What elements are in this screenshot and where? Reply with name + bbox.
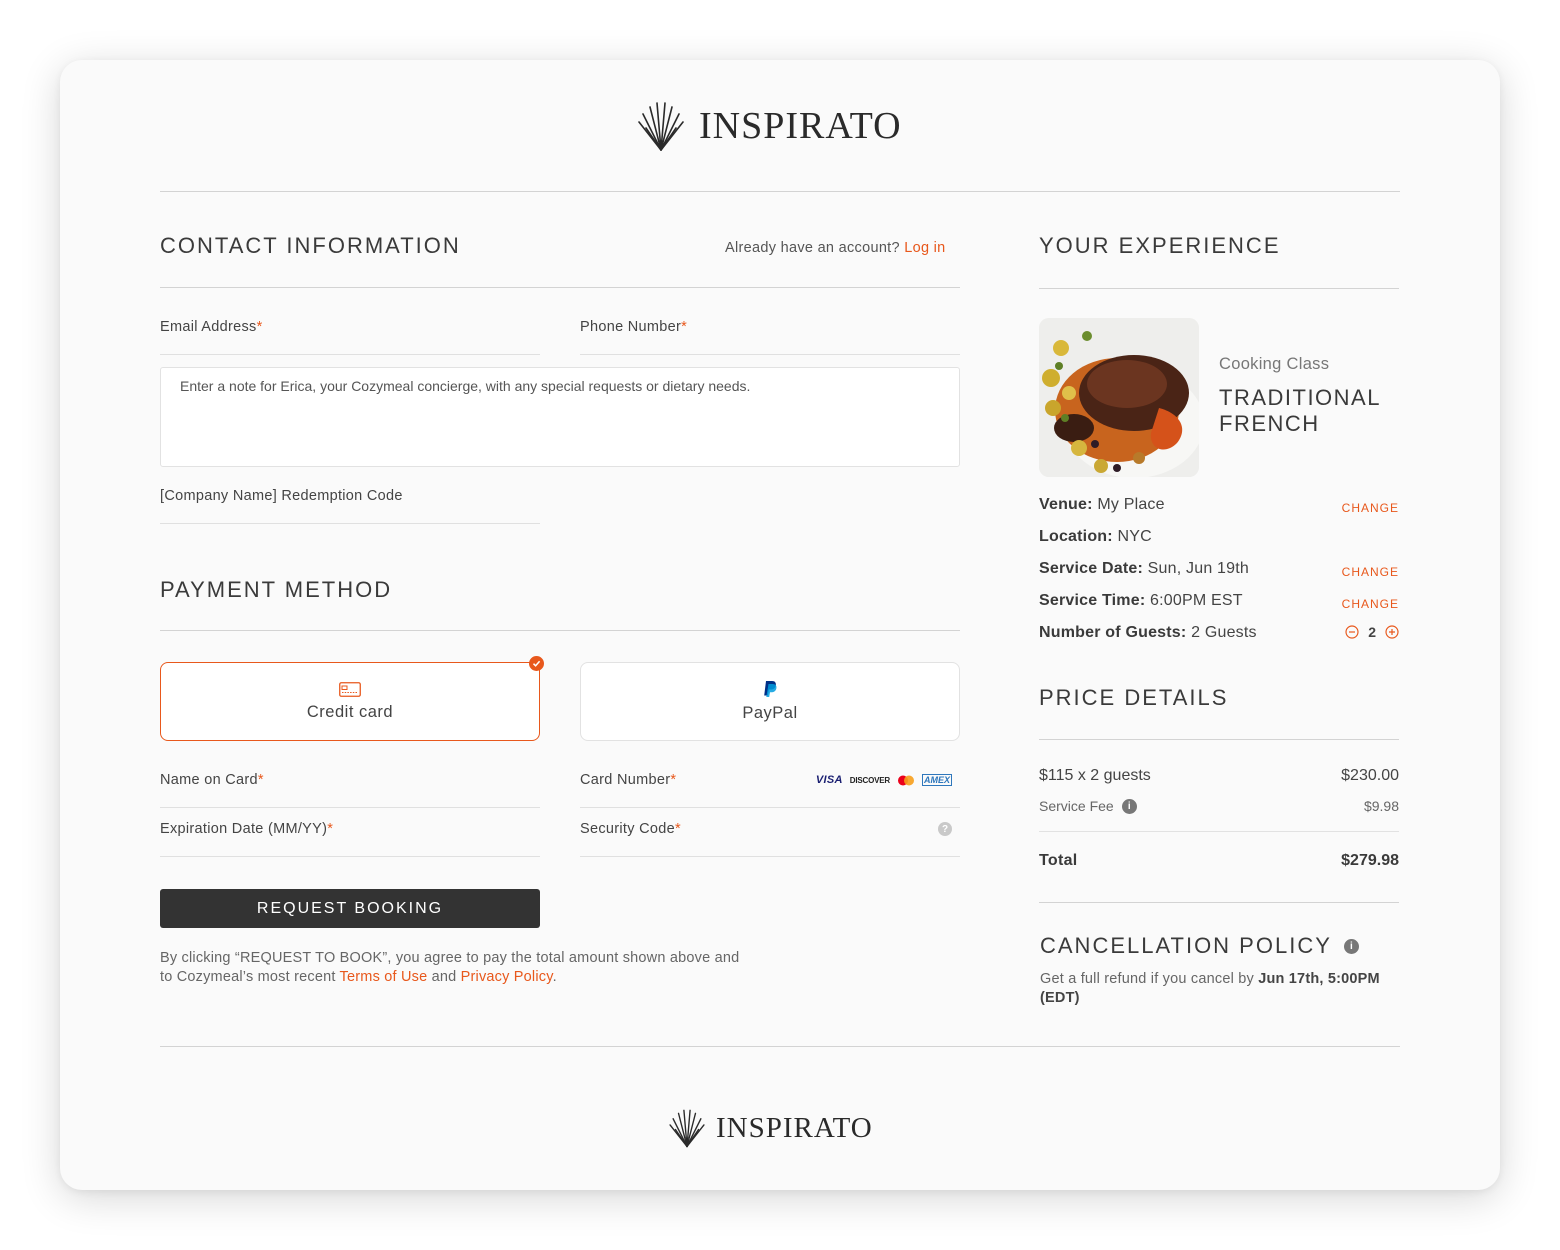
cancellation-info-icon[interactable]: i xyxy=(1343,938,1359,954)
footer-logo[interactable]: INSPIRATO xyxy=(667,1108,873,1148)
account-prompt: Already have an account? Log in xyxy=(725,240,946,256)
login-link[interactable]: Log in xyxy=(904,240,945,256)
header-divider xyxy=(160,191,1400,192)
palm-fan-icon xyxy=(638,102,684,151)
security-code-label: Security Code* xyxy=(580,821,681,837)
service-date-row: Service Date: Sun, Jun 19th xyxy=(1039,560,1249,577)
price-line-value: $230.00 xyxy=(1341,767,1399,784)
redemption-label: [Company Name] Redemption Code xyxy=(160,488,403,504)
phone-label: Phone Number* xyxy=(580,319,688,335)
cancellation-header: CANCELLATION POLICY i xyxy=(1040,933,1359,959)
experience-divider xyxy=(1039,288,1399,289)
cancellation-text: Get a full refund if you cancel by Jun 1… xyxy=(1040,971,1380,1006)
expiration-label: Expiration Date (MM/YY)* xyxy=(160,821,334,837)
paypal-label: PayPal xyxy=(742,704,798,722)
venue-row: Venue: My Place xyxy=(1039,496,1165,513)
header-logo[interactable]: INSPIRATO xyxy=(635,100,902,152)
change-date-link[interactable]: CHANGE xyxy=(1342,565,1399,579)
total-divider xyxy=(1039,902,1399,903)
checkout-card: INSPIRATO CONTACT INFORMATION Already ha… xyxy=(60,60,1500,1190)
security-help-icon[interactable]: ? xyxy=(938,822,952,836)
mastercard-logo xyxy=(897,775,914,785)
service-fee-label: Service Fee i xyxy=(1039,798,1137,814)
security-code-field[interactable]: Security Code* ? xyxy=(580,821,960,857)
service-fee-value: $9.98 xyxy=(1363,798,1399,814)
terms-text: By clicking “REQUEST TO BOOK”, you agree… xyxy=(160,950,740,985)
terms-of-use-link[interactable]: Terms of Use xyxy=(340,969,428,985)
discover-logo: DISCOVER xyxy=(849,775,890,785)
service-time-row: Service Time: 6:00PM EST xyxy=(1039,592,1243,609)
card-brand-logos: VISA DISCOVER AMEX xyxy=(816,774,952,786)
experience-photo xyxy=(1039,318,1199,477)
change-venue-link[interactable]: CHANGE xyxy=(1342,501,1399,515)
footer-divider xyxy=(160,1046,1400,1047)
price-subtotal-divider xyxy=(1039,831,1399,832)
credit-card-label: Credit card xyxy=(306,702,394,721)
phone-field[interactable]: Phone Number* xyxy=(580,319,960,355)
name-on-card-field[interactable]: Name on Card* xyxy=(160,772,540,808)
location-row: Location: NYC xyxy=(1039,528,1152,545)
name-on-card-label: Name on Card* xyxy=(160,772,264,788)
credit-card-option[interactable]: Credit card xyxy=(160,656,544,741)
guests-row: Number of Guests: 2 Guests xyxy=(1039,624,1257,641)
minus-circle-icon[interactable] xyxy=(1345,625,1359,639)
experience-details: Venue: My Place CHANGE Location: NYC Ser… xyxy=(1039,496,1399,656)
plus-circle-icon[interactable] xyxy=(1385,625,1399,639)
email-label: Email Address* xyxy=(160,319,263,335)
total-value: $279.98 xyxy=(1341,852,1399,869)
palm-fan-icon xyxy=(669,1109,705,1148)
redemption-code-field[interactable]: [Company Name] Redemption Code xyxy=(160,488,540,524)
guest-count: 2 xyxy=(1368,624,1376,640)
contact-title: CONTACT INFORMATION xyxy=(160,233,461,258)
concierge-note-box xyxy=(160,367,960,467)
payment-divider xyxy=(160,630,960,631)
footer-brand-name: INSPIRATO xyxy=(716,1111,873,1144)
concierge-note-input[interactable] xyxy=(161,368,959,466)
cancellation-title: CANCELLATION POLICY xyxy=(1040,933,1332,958)
experience-title: YOUR EXPERIENCE xyxy=(1039,233,1281,258)
credit-card-icon xyxy=(339,681,361,697)
total-label: Total xyxy=(1039,852,1078,869)
contact-divider xyxy=(160,287,960,288)
experience-category: Cooking Class xyxy=(1219,355,1330,373)
card-number-label: Card Number* xyxy=(580,772,677,788)
food-dish-image xyxy=(1039,318,1199,477)
privacy-policy-link[interactable]: Privacy Policy xyxy=(461,969,553,985)
guest-stepper: 2 xyxy=(1345,624,1399,640)
visa-logo: VISA xyxy=(815,774,843,786)
price-line-label: $115 x 2 guests xyxy=(1039,767,1151,784)
fee-info-icon[interactable]: i xyxy=(1121,798,1137,814)
selected-check-icon xyxy=(529,656,544,671)
experience-name: TRADITIONAL FRENCH xyxy=(1219,385,1381,436)
price-title: PRICE DETAILS xyxy=(1039,685,1229,710)
amex-logo: AMEX xyxy=(921,774,952,786)
expiration-field[interactable]: Expiration Date (MM/YY)* xyxy=(160,821,540,857)
card-number-field[interactable]: Card Number* VISA DISCOVER AMEX xyxy=(580,772,960,808)
paypal-icon xyxy=(764,681,777,697)
price-divider xyxy=(1039,739,1399,740)
change-time-link[interactable]: CHANGE xyxy=(1342,597,1399,611)
email-field[interactable]: Email Address* xyxy=(160,319,540,355)
paypal-option[interactable]: PayPal xyxy=(580,662,960,741)
payment-title: PAYMENT METHOD xyxy=(160,577,393,602)
request-booking-button[interactable]: REQUEST BOOKING xyxy=(160,889,540,928)
brand-name: INSPIRATO xyxy=(699,105,902,147)
